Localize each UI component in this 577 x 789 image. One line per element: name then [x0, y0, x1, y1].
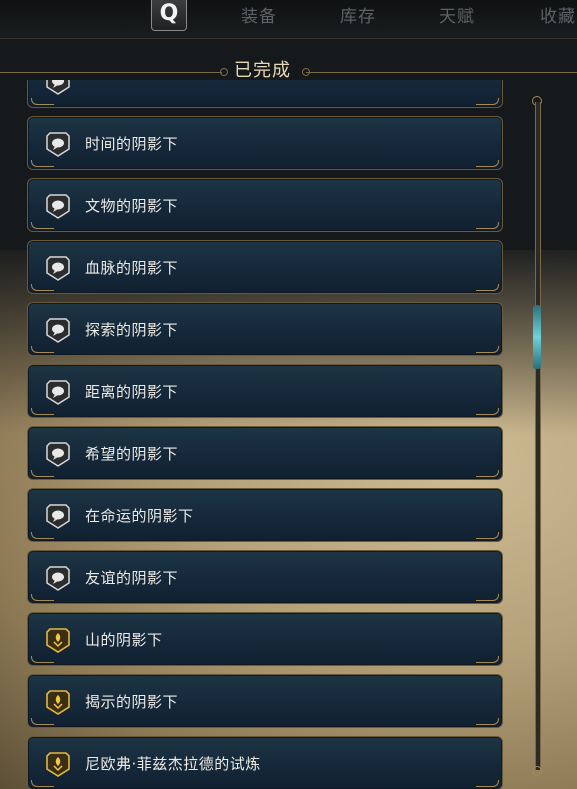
corner-ornament: [476, 532, 499, 539]
corner-ornament: [31, 532, 54, 539]
quest-item[interactable]: 尼欧弗·菲兹杰拉德的试炼: [27, 736, 503, 789]
scrollbar-bottom-cap: [532, 766, 542, 776]
corner-ornament: [31, 284, 54, 291]
corner-ornament: [476, 718, 499, 725]
tab-collection[interactable]: 收藏: [540, 2, 576, 27]
quest-label: 友谊的阴影下: [85, 569, 179, 587]
quest-item[interactable]: 揭示的阴影下: [27, 674, 503, 728]
quest-item[interactable]: 距离的阴影下: [27, 364, 503, 418]
section-title: 已完成: [234, 60, 291, 81]
speech-bubble-icon: [46, 80, 70, 95]
quest-label: 尼欧弗·菲兹杰拉德的试炼: [85, 755, 261, 773]
header-divider-right: [306, 72, 577, 73]
corner-ornament: [476, 408, 499, 415]
speech-bubble-icon: [46, 255, 70, 281]
corner-ornament: [31, 470, 54, 477]
corner-ornament: [476, 222, 499, 229]
tab-inventory[interactable]: 库存: [340, 2, 376, 27]
quest-item[interactable]: 在命运的阴影下: [27, 488, 503, 542]
speech-bubble-icon: [46, 503, 70, 529]
gold-crest-icon: [46, 751, 70, 777]
corner-ornament: [31, 160, 54, 167]
speech-bubble-icon: [46, 441, 70, 467]
header-ornament-left: [220, 68, 228, 76]
quest-item[interactable]: 山的阴影下: [27, 612, 503, 666]
section-header: 已完成: [0, 56, 577, 81]
corner-ornament: [476, 346, 499, 353]
corner-ornament: [476, 780, 499, 787]
corner-ornament: [31, 656, 54, 663]
speech-bubble-icon: [46, 317, 70, 343]
quest-item[interactable]: 时间的阴影下: [27, 116, 503, 170]
corner-ornament: [31, 222, 54, 229]
speech-bubble-icon: [46, 565, 70, 591]
corner-ornament: [31, 346, 54, 353]
quest-label: 时间的阴影下: [85, 135, 179, 153]
scrollbar-thumb[interactable]: [533, 305, 541, 369]
quest-label: 山的阴影下: [85, 631, 163, 649]
quest-item[interactable]: [27, 80, 503, 108]
quest-label: 希望的阴影下: [85, 445, 179, 463]
gold-crest-icon: [46, 689, 70, 715]
quest-item[interactable]: 探索的阴影下: [27, 302, 503, 356]
corner-ornament: [31, 718, 54, 725]
gold-crest-icon: [46, 627, 70, 653]
quest-label: 文物的阴影下: [85, 197, 179, 215]
corner-ornament: [31, 780, 54, 787]
quest-label: 血脉的阴影下: [85, 259, 179, 277]
corner-ornament: [476, 594, 499, 601]
corner-ornament: [31, 98, 54, 105]
speech-bubble-icon: [46, 379, 70, 405]
quest-label: 揭示的阴影下: [85, 693, 179, 711]
quest-item[interactable]: 血脉的阴影下: [27, 240, 503, 294]
corner-ornament: [476, 284, 499, 291]
quest-label: 在命运的阴影下: [85, 507, 194, 525]
corner-ornament: [31, 408, 54, 415]
header-divider-left: [0, 72, 222, 73]
quest-item[interactable]: 希望的阴影下: [27, 426, 503, 480]
quest-list[interactable]: 时间的阴影下 文物的阴影下 血脉的阴影下 探索的阴影下 距离的阴影下 希望的阴影…: [27, 80, 505, 789]
quest-label: 距离的阴影下: [85, 383, 179, 401]
corner-ornament: [476, 656, 499, 663]
corner-ornament: [476, 470, 499, 477]
speech-bubble-icon: [46, 193, 70, 219]
corner-ornament: [476, 160, 499, 167]
tab-talents[interactable]: 天赋: [439, 2, 475, 27]
quest-label: 探索的阴影下: [85, 321, 179, 339]
corner-ornament: [31, 594, 54, 601]
top-nav-bar: Q 装备 库存 天赋 收藏: [0, 0, 577, 39]
speech-bubble-icon: [46, 131, 70, 157]
quest-item[interactable]: 文物的阴影下: [27, 178, 503, 232]
scrollbar-track[interactable]: [535, 102, 541, 770]
tab-equipment[interactable]: 装备: [241, 2, 277, 27]
corner-ornament: [476, 98, 499, 105]
quest-item[interactable]: 友谊的阴影下: [27, 550, 503, 604]
q-key-button[interactable]: Q: [151, 0, 187, 31]
